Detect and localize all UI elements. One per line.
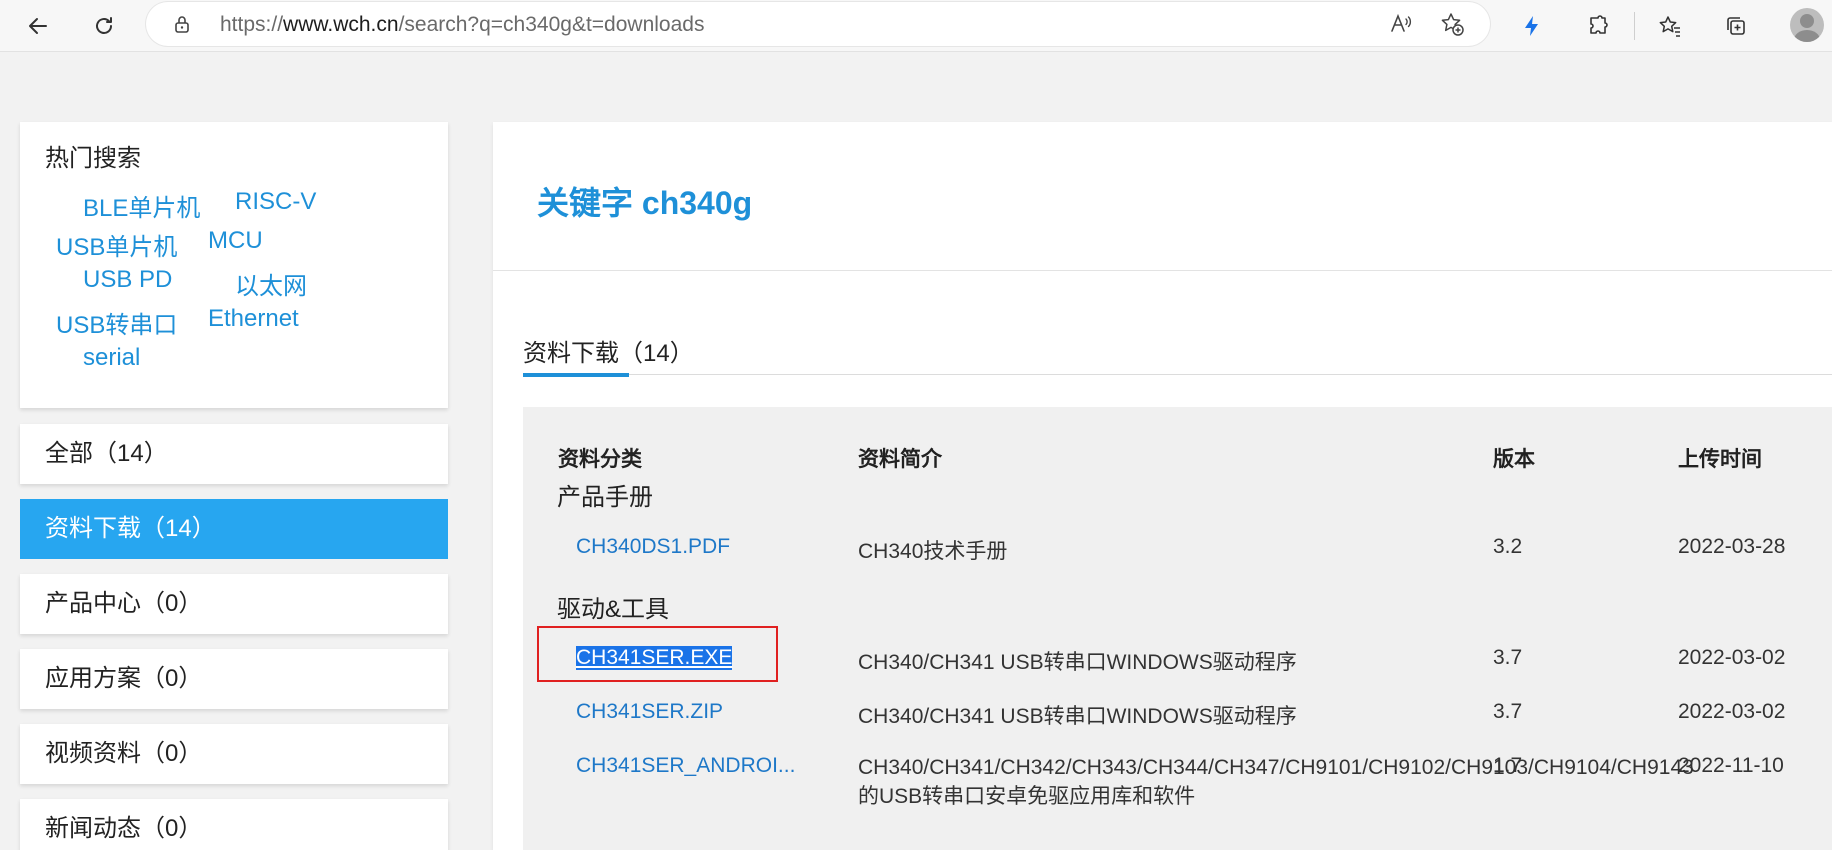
refresh-icon[interactable] xyxy=(84,6,124,46)
favorites-icon[interactable] xyxy=(1650,6,1690,46)
row-version: 3.2 xyxy=(1493,535,1523,558)
row-date: 2022-03-02 xyxy=(1678,700,1786,723)
category-all[interactable]: 全部（14） xyxy=(20,424,448,484)
hot-keyword-riscv[interactable]: RISC-V xyxy=(235,188,316,216)
tab-downloads[interactable]: 资料下载（14） xyxy=(523,333,694,368)
hot-keyword-ethernet-cn[interactable]: 以太网 xyxy=(235,266,307,301)
address-bar[interactable]: https://www.wch.cn/search?q=ch340g&t=dow… xyxy=(146,2,1490,46)
category-solutions[interactable]: 应用方案（0） xyxy=(20,649,448,709)
column-header-upload-date: 上传时间 xyxy=(1678,448,1762,471)
header-divider xyxy=(493,270,1832,271)
category-news[interactable]: 新闻动态（0） xyxy=(20,799,448,850)
row-description: CH340/CH341 USB转串口WINDOWS驱动程序 xyxy=(858,705,1297,728)
hot-keyword-usb-mcu[interactable]: USB单片机 xyxy=(56,227,177,262)
row-date: 2022-11-10 xyxy=(1678,754,1784,777)
column-header-version: 版本 xyxy=(1493,448,1535,471)
browser-toolbar: https://www.wch.cn/search?q=ch340g&t=dow… xyxy=(0,0,1832,52)
hot-keyword-mcu[interactable]: MCU xyxy=(208,227,263,255)
back-icon[interactable] xyxy=(18,6,58,46)
category-products[interactable]: 产品中心（0） xyxy=(20,574,448,634)
row-version: 3.7 xyxy=(1493,700,1523,723)
extensions-icon[interactable] xyxy=(1578,6,1618,46)
tab-active-underline xyxy=(523,373,629,377)
read-aloud-icon[interactable] xyxy=(1388,11,1414,37)
lock-icon[interactable] xyxy=(172,14,192,34)
category-downloads[interactable]: 资料下载（14） xyxy=(20,499,448,559)
column-header-description: 资料简介 xyxy=(858,448,942,471)
performance-bolt-icon[interactable] xyxy=(1512,6,1552,46)
file-link-ch341ser-exe[interactable]: CH341SER.EXE xyxy=(576,646,733,670)
hot-keyword-ble[interactable]: BLE单片机 xyxy=(83,188,200,223)
section-drivers-tools: 驱动&工具 xyxy=(557,596,670,623)
file-link-ch340ds1[interactable]: CH340DS1.PDF xyxy=(576,535,730,559)
row-date: 2022-03-02 xyxy=(1678,646,1786,669)
row-version: 3.7 xyxy=(1493,646,1523,669)
hot-search-card: 热门搜索 BLE单片机 RISC-V USB单片机 MCU USB PD 以太网… xyxy=(20,122,448,408)
hot-keyword-usb-pd[interactable]: USB PD xyxy=(83,266,172,294)
hot-search-title: 热门搜索 xyxy=(45,145,141,172)
tab-baseline xyxy=(523,374,1832,375)
hot-keyword-ethernet[interactable]: Ethernet xyxy=(208,305,299,333)
row-description: CH340/CH341 USB转串口WINDOWS驱动程序 xyxy=(858,651,1297,674)
column-header-category: 资料分类 xyxy=(558,448,642,471)
file-link-ch341ser-zip[interactable]: CH341SER.ZIP xyxy=(576,700,723,724)
results-panel: 关键字 ch340g 资料下载（14） 资料分类 资料简介 版本 上传时间 xyxy=(493,122,1832,850)
row-description: CH340技术手册 xyxy=(858,540,1008,563)
add-favorite-icon[interactable] xyxy=(1439,11,1465,37)
section-product-manual: 产品手册 xyxy=(557,484,653,511)
profile-avatar[interactable] xyxy=(1790,8,1824,42)
hot-keyword-serial[interactable]: serial xyxy=(83,344,140,372)
keyword-title: 关键字 ch340g xyxy=(537,185,753,221)
collections-icon[interactable] xyxy=(1716,6,1756,46)
toolbar-separator xyxy=(1634,12,1635,40)
row-description: CH340/CH341/CH342/CH343/CH344/CH347/CH91… xyxy=(858,756,1694,808)
category-videos[interactable]: 视频资料（0） xyxy=(20,724,448,784)
url-text[interactable]: https://www.wch.cn/search?q=ch340g&t=dow… xyxy=(220,13,704,37)
file-link-ch341ser-android[interactable]: CH341SER_ANDROI... xyxy=(576,754,795,778)
row-version: 1.7 xyxy=(1493,754,1523,777)
hot-keyword-usb-serial[interactable]: USB转串口 xyxy=(56,305,177,340)
row-date: 2022-03-28 xyxy=(1678,535,1786,558)
